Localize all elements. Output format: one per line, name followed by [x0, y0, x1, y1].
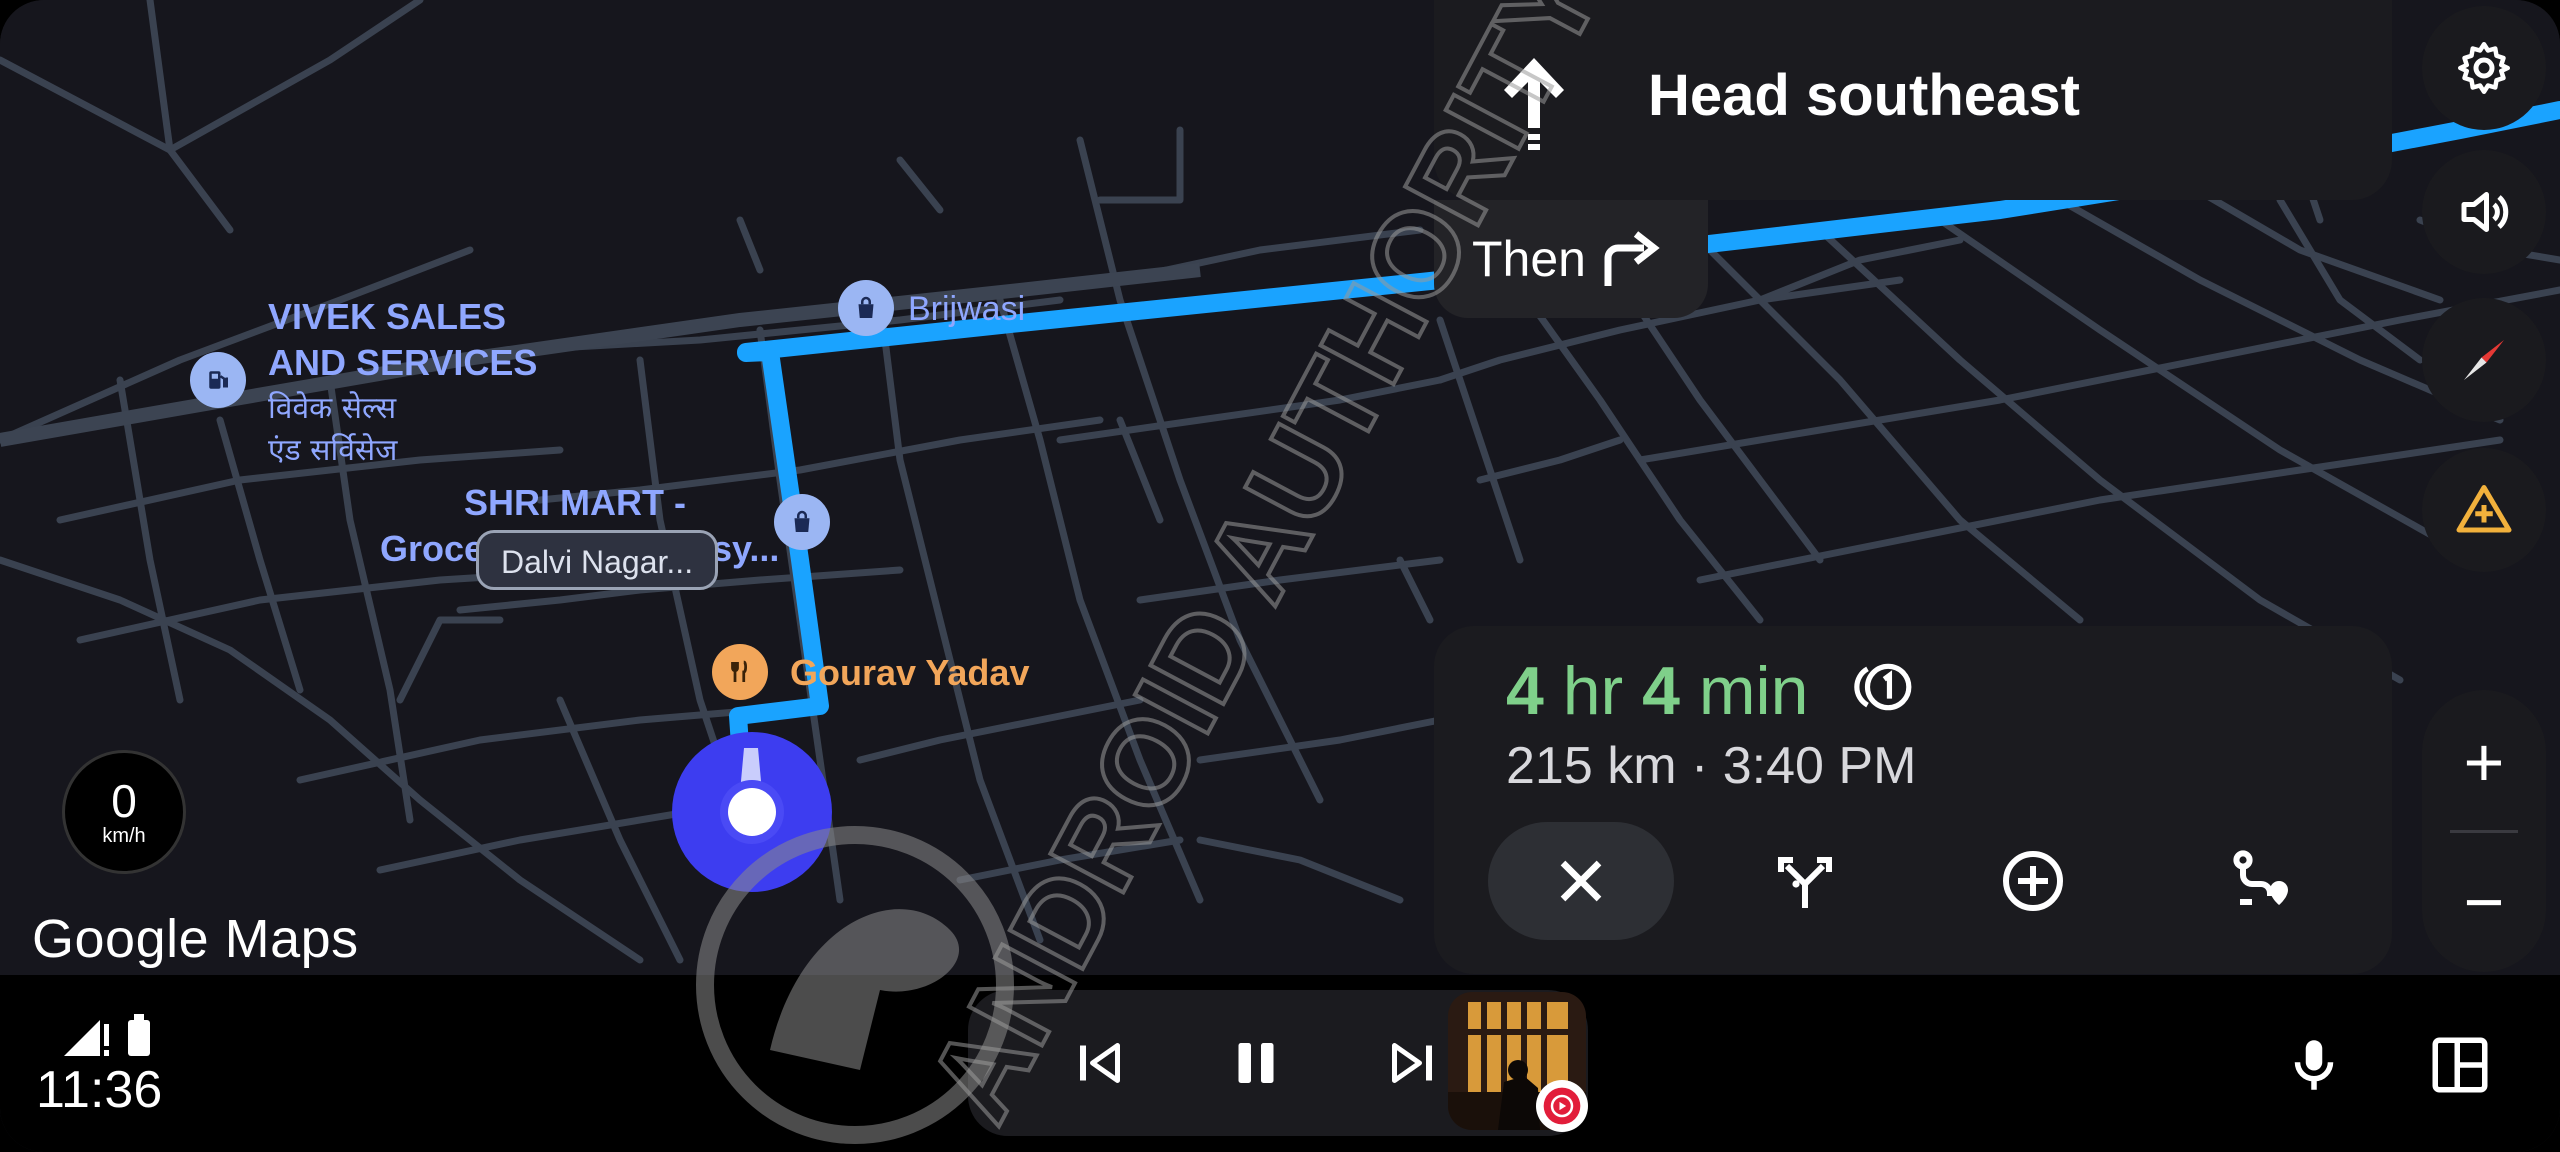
zoom-controls: + − — [2422, 690, 2546, 972]
poi-vivek-en-1[interactable]: VIVEK SALES — [268, 294, 506, 340]
next-track-button[interactable] — [1362, 1013, 1462, 1113]
turn-right-icon — [1604, 231, 1660, 286]
previous-track-button[interactable] — [1050, 1013, 1150, 1113]
eta-minutes: 4 — [1642, 653, 1680, 729]
next-icon — [1392, 1043, 1432, 1083]
clock: 11:36 — [36, 1061, 163, 1119]
settings-button[interactable] — [2422, 6, 2546, 130]
poi-shri-mart-2[interactable]: Groce — [380, 526, 484, 572]
exit-navigation-button[interactable] — [1488, 822, 1674, 940]
zoom-out-button[interactable]: − — [2422, 840, 2546, 964]
street-name-chip: Dalvi Nagar... — [476, 530, 719, 590]
google-maps-logo: Google Maps — [32, 909, 359, 969]
zoom-in-button[interactable]: + — [2422, 700, 2546, 824]
eta-details: 215 km · 3:40 PM — [1506, 736, 1916, 796]
then-next-turn-chip[interactable]: Then — [1434, 200, 1708, 318]
shopping-bag-pin-icon[interactable] — [838, 280, 894, 336]
instruction-text: Head southeast — [1648, 63, 2080, 128]
then-label: Then — [1472, 231, 1586, 287]
compass-icon — [2464, 340, 2504, 380]
poi-shri-mart-3[interactable]: sy... — [712, 526, 779, 572]
zoom-in-label: + — [2463, 723, 2505, 801]
microphone-icon — [2294, 1040, 2334, 1090]
previous-icon — [1080, 1043, 1120, 1083]
straight-arrow-icon — [1504, 58, 1564, 150]
add-stop-button[interactable] — [1940, 822, 2126, 940]
report-incident-icon — [2456, 485, 2512, 533]
status-icons — [64, 1014, 150, 1056]
toll-icon — [1854, 663, 1912, 711]
route-overview-icon — [2233, 850, 2288, 905]
eta-duration: 4 hr 4 min — [1506, 652, 1808, 730]
poi-vivek-hi-2[interactable]: एंड सर्विसेज — [268, 428, 397, 474]
speed-value: 0 — [111, 774, 137, 827]
restaurant-pin-icon[interactable] — [712, 644, 768, 700]
volume-button[interactable] — [2422, 150, 2546, 274]
android-auto-screen: VIVEK SALES AND SERVICES विवेक सेल्स एंड… — [0, 0, 2560, 1152]
eta-distance: 215 km — [1506, 737, 1677, 795]
eta-separator: · — [1690, 737, 1709, 795]
poi-brijwasi[interactable]: Brijwasi — [908, 286, 1025, 332]
poi-gourav-yadav[interactable]: Gourav Yadav — [790, 650, 1029, 696]
gas-station-pin-icon[interactable] — [190, 352, 246, 408]
split-screen-icon — [2432, 1037, 2488, 1093]
layout-switch-button[interactable] — [2410, 1010, 2510, 1120]
close-icon — [1560, 860, 1602, 902]
poi-shri-mart-1[interactable]: SHRI MART - — [464, 480, 686, 526]
poi-vivek-hi-1[interactable]: विवेक सेल्स — [268, 386, 396, 432]
signal-icon — [64, 1020, 109, 1056]
voice-assistant-button[interactable] — [2264, 1010, 2364, 1120]
pause-icon — [1238, 1043, 1274, 1083]
eta-card: 4 hr 4 min 215 km · 3:40 PM — [1434, 626, 2392, 974]
speedometer: 0 km/h — [62, 750, 186, 874]
eta-hours: 4 — [1506, 653, 1544, 729]
zoom-divider — [2450, 830, 2518, 833]
compass-button[interactable] — [2422, 298, 2546, 422]
navigation-instruction-card[interactable]: Head southeast — [1434, 0, 2392, 200]
shopping-bag-pin-icon[interactable] — [774, 494, 830, 550]
zoom-out-label: − — [2463, 863, 2505, 941]
settings-icon — [2458, 42, 2510, 94]
route-overview-button[interactable] — [2168, 822, 2354, 940]
eta-min-unit: min — [1698, 653, 1809, 729]
volume-icon — [2461, 192, 2509, 232]
eta-arrival-time: 3:40 PM — [1722, 737, 1917, 795]
youtube-music-icon — [1536, 1080, 1588, 1132]
report-incident-button[interactable] — [2422, 448, 2546, 572]
pause-button[interactable] — [1206, 1013, 1306, 1113]
speed-unit: km/h — [102, 824, 146, 847]
alternate-routes-button[interactable] — [1712, 822, 1898, 940]
add-stop-icon — [2003, 851, 2063, 911]
poi-vivek-en-2[interactable]: AND SERVICES — [268, 340, 537, 386]
eta-hr-unit: hr — [1562, 653, 1624, 729]
alternate-routes-icon — [1778, 857, 1832, 908]
battery-icon — [128, 1014, 150, 1056]
